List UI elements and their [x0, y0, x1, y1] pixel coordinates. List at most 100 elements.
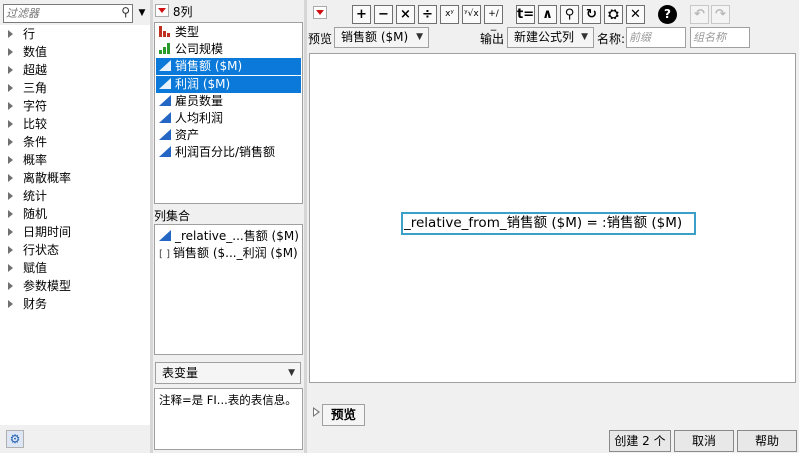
add-icon[interactable]: + [352, 5, 371, 24]
splitter-right[interactable] [304, 0, 307, 453]
expand-arrow-icon[interactable] [8, 84, 13, 92]
expand-arrow-icon[interactable] [8, 174, 13, 182]
continuous-icon [159, 146, 171, 158]
help-button[interactable]: 帮助 [737, 430, 797, 452]
expand-arrow-icon[interactable] [8, 156, 13, 164]
expand-arrow-icon[interactable] [8, 66, 13, 74]
redo-icon[interactable]: ↷ [711, 5, 730, 24]
function-category-item[interactable]: 比较 [8, 115, 47, 133]
name-label: 名称: [597, 32, 626, 46]
expand-arrow-icon[interactable] [8, 300, 13, 308]
function-category-item[interactable]: 行 [8, 25, 35, 43]
expand-arrow-icon[interactable] [8, 120, 13, 128]
output-label: 输出 [480, 32, 505, 46]
column-label: 雇员数量 [175, 93, 224, 108]
plus-minus-icon[interactable]: +/− [484, 5, 503, 36]
column-item[interactable]: 人均利润 [156, 110, 301, 127]
function-category-item[interactable]: 数值 [8, 43, 47, 61]
column-item[interactable]: 类型 [156, 24, 301, 41]
cancel-button[interactable]: 取消 [674, 430, 734, 452]
column-item[interactable]: 公司规模 [156, 41, 301, 58]
editor-menu-icon[interactable] [313, 6, 327, 19]
filter-box[interactable]: ⚲ [3, 4, 133, 23]
undo-icon[interactable]: ↶ [690, 5, 709, 24]
function-category-item[interactable]: 行状态 [8, 241, 59, 259]
column-item[interactable]: 利润百分比/销售额 [156, 144, 301, 161]
output-select[interactable]: 新建公式列 ▼ [507, 27, 594, 48]
function-category-item[interactable]: 字符 [8, 97, 47, 115]
formula-expression[interactable]: _relative_from_销售额 ($M) = :销售额 ($M) [401, 212, 696, 235]
function-category-label: 超越 [23, 63, 48, 77]
expand-arrow-icon[interactable] [8, 192, 13, 200]
function-category-label: 日期时间 [23, 225, 72, 239]
preview-button[interactable]: 预览 [322, 404, 365, 426]
function-category-item[interactable]: 超越 [8, 61, 47, 79]
function-category-item[interactable]: 离散概率 [8, 169, 71, 187]
function-category-label: 随机 [23, 207, 48, 221]
subtract-icon[interactable]: − [374, 5, 393, 24]
column-item[interactable]: 利润 ($M) [156, 75, 301, 93]
search-icon[interactable]: ⚲ [121, 5, 130, 19]
power-icon[interactable]: xʸ [440, 5, 459, 24]
gear-icon[interactable]: ⚙ [6, 430, 24, 448]
splitter-left[interactable] [150, 0, 153, 453]
function-category-item[interactable]: 条件 [8, 133, 47, 151]
preview-expand-icon[interactable] [312, 406, 322, 418]
function-category-item[interactable]: 概率 [8, 151, 47, 169]
columns-menu-icon[interactable] [155, 4, 169, 17]
function-category-label: 字符 [23, 99, 48, 113]
multiply-icon[interactable]: × [396, 5, 415, 24]
expand-arrow-icon[interactable] [8, 282, 13, 290]
drag-icon[interactable]: ⛭ [604, 5, 623, 24]
root-icon[interactable]: ʸ√x [462, 5, 481, 24]
up-caret-icon[interactable]: ∧ [538, 5, 557, 24]
close-icon[interactable]: ✕ [626, 5, 645, 24]
column-label: 销售额 ($M) [175, 59, 243, 74]
expand-arrow-icon[interactable] [8, 228, 13, 236]
group-name-field[interactable] [691, 28, 751, 47]
chevron-down-icon: ▼ [581, 32, 588, 42]
column-set-item[interactable]: _relative_...售额 ($M) [159, 228, 299, 245]
create-button[interactable]: 创建 2 个 [609, 430, 671, 452]
expand-arrow-icon[interactable] [8, 30, 13, 38]
expand-arrow-icon[interactable] [8, 246, 13, 254]
group-name-input[interactable] [690, 27, 751, 48]
bracket-icon: [ ] [159, 249, 170, 260]
expand-arrow-icon[interactable] [8, 48, 13, 56]
expand-arrow-icon[interactable] [8, 138, 13, 146]
help-icon[interactable]: ? [658, 5, 677, 24]
table-variable-note: 注释=是 FI...表的表信息。 [154, 388, 303, 450]
function-category-item[interactable]: 随机 [8, 205, 47, 223]
column-item[interactable]: 销售额 ($M) [156, 58, 301, 76]
columns-header: 8列 [155, 3, 305, 21]
editor-menu[interactable] [313, 6, 327, 21]
column-item[interactable]: 资产 [156, 127, 301, 144]
function-category-item[interactable]: 日期时间 [8, 223, 71, 241]
assign-icon[interactable]: t= [516, 5, 535, 24]
function-category-item[interactable]: 三角 [8, 79, 47, 97]
search-icon[interactable]: ⚲ [560, 5, 579, 24]
column-item[interactable]: 雇员数量 [156, 93, 301, 110]
divide-icon[interactable]: ÷ [418, 5, 437, 24]
function-category-label: 财务 [23, 297, 48, 311]
refresh-icon[interactable]: ↻ [582, 5, 601, 24]
function-category-item[interactable]: 赋值 [8, 259, 47, 277]
function-category-item[interactable]: 财务 [8, 295, 47, 313]
table-variable-select[interactable]: 表变量 ▼ [155, 362, 301, 384]
function-category-item[interactable]: 统计 [8, 187, 47, 205]
filter-input[interactable] [6, 6, 111, 21]
preview-select-value: 销售额 ($M) [341, 30, 409, 44]
prefix-field[interactable] [627, 28, 687, 47]
function-category-label: 离散概率 [23, 171, 72, 185]
column-set-item[interactable]: [ ] 销售额 ($..._利润 ($M) [159, 245, 298, 262]
preview-select[interactable]: 销售额 ($M) ▼ [334, 27, 429, 48]
column-label: 资产 [175, 128, 200, 143]
continuous-icon [159, 60, 171, 72]
function-category-item[interactable]: 参数模型 [8, 277, 71, 295]
expand-arrow-icon[interactable] [8, 102, 13, 110]
expand-arrow-icon[interactable] [8, 210, 13, 218]
column-label: 利润百分比/销售额 [175, 145, 276, 160]
expand-arrow-icon[interactable] [8, 264, 13, 272]
filter-dropdown-icon[interactable]: ▼ [135, 4, 149, 23]
prefix-input[interactable] [626, 27, 687, 48]
